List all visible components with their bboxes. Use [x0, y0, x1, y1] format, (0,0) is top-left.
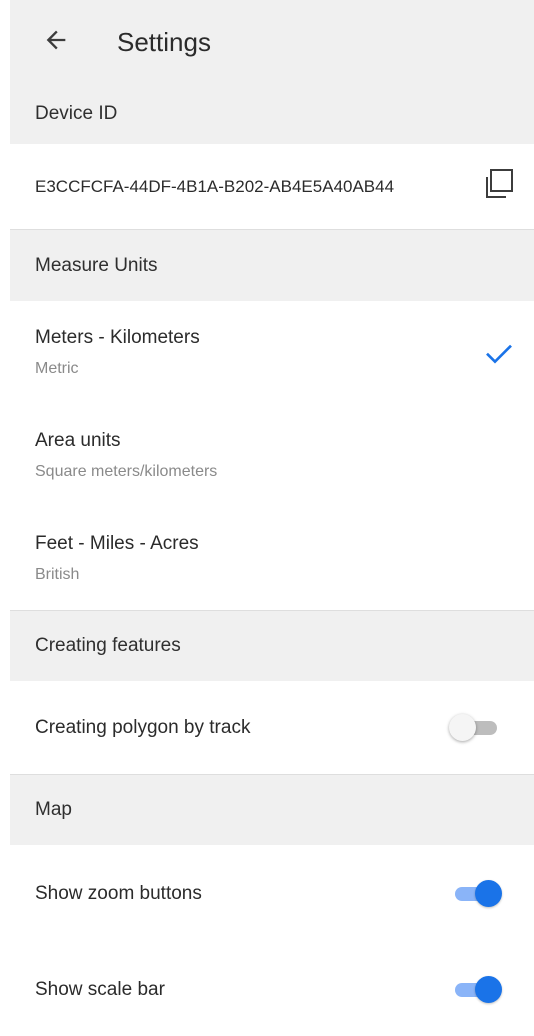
- zoom-buttons-toggle[interactable]: [455, 879, 502, 909]
- device-id-value: E3CCFCFA-44DF-4B1A-B202-AB4E5A40AB44: [35, 177, 395, 196]
- setting-show-zoom-buttons[interactable]: Show zoom buttons: [10, 845, 534, 943]
- scale-bar-toggle[interactable]: [455, 975, 502, 1005]
- unit-option-text: Area units Square meters/kilometers: [35, 429, 217, 482]
- unit-option-text: Feet - Miles - Acres British: [35, 532, 199, 585]
- unit-option-area[interactable]: Area units Square meters/kilometers: [10, 404, 534, 507]
- setting-creating-polygon-by-track[interactable]: Creating polygon by track: [10, 681, 534, 774]
- section-header-measure-units: Measure Units: [10, 230, 534, 301]
- section-header-creating-features: Creating features: [10, 611, 534, 681]
- copy-icon: [478, 164, 518, 209]
- unit-option-title: Meters - Kilometers: [35, 327, 200, 348]
- section-header-map: Map: [10, 775, 534, 845]
- unit-option-text: Meters - Kilometers Metric: [35, 326, 200, 379]
- unit-option-metric[interactable]: Meters - Kilometers Metric: [10, 301, 534, 404]
- settings-screen: Settings Device ID E3CCFCFA-44DF-4B1A-B2…: [10, 0, 534, 1010]
- setting-label: Creating polygon by track: [35, 716, 251, 738]
- toggle-thumb: [475, 880, 502, 907]
- app-bar: Settings: [10, 0, 534, 84]
- setting-show-scale-bar[interactable]: Show scale bar: [10, 943, 534, 1036]
- back-button[interactable]: [32, 18, 80, 66]
- device-id-row: E3CCFCFA-44DF-4B1A-B202-AB4E5A40AB44: [10, 144, 534, 230]
- page-title: Settings: [117, 26, 211, 57]
- polygon-by-track-toggle[interactable]: [449, 713, 497, 743]
- unit-option-title: Feet - Miles - Acres: [35, 533, 199, 554]
- toggle-thumb: [449, 713, 476, 741]
- checkmark-icon: [481, 335, 517, 371]
- setting-label: Show zoom buttons: [35, 883, 202, 904]
- unit-option-subtitle: Square meters/kilometers: [35, 463, 218, 480]
- setting-label: Show scale bar: [35, 978, 165, 1000]
- copy-button[interactable]: [474, 163, 522, 211]
- section-header-device-id: Device ID: [10, 84, 534, 144]
- unit-option-british[interactable]: Feet - Miles - Acres British: [10, 507, 534, 610]
- toggle-thumb: [475, 975, 502, 1003]
- unit-option-subtitle: Metric: [35, 360, 79, 377]
- arrow-left-icon: [42, 26, 70, 59]
- unit-option-title: Area units: [35, 430, 121, 451]
- unit-option-subtitle: British: [35, 566, 80, 583]
